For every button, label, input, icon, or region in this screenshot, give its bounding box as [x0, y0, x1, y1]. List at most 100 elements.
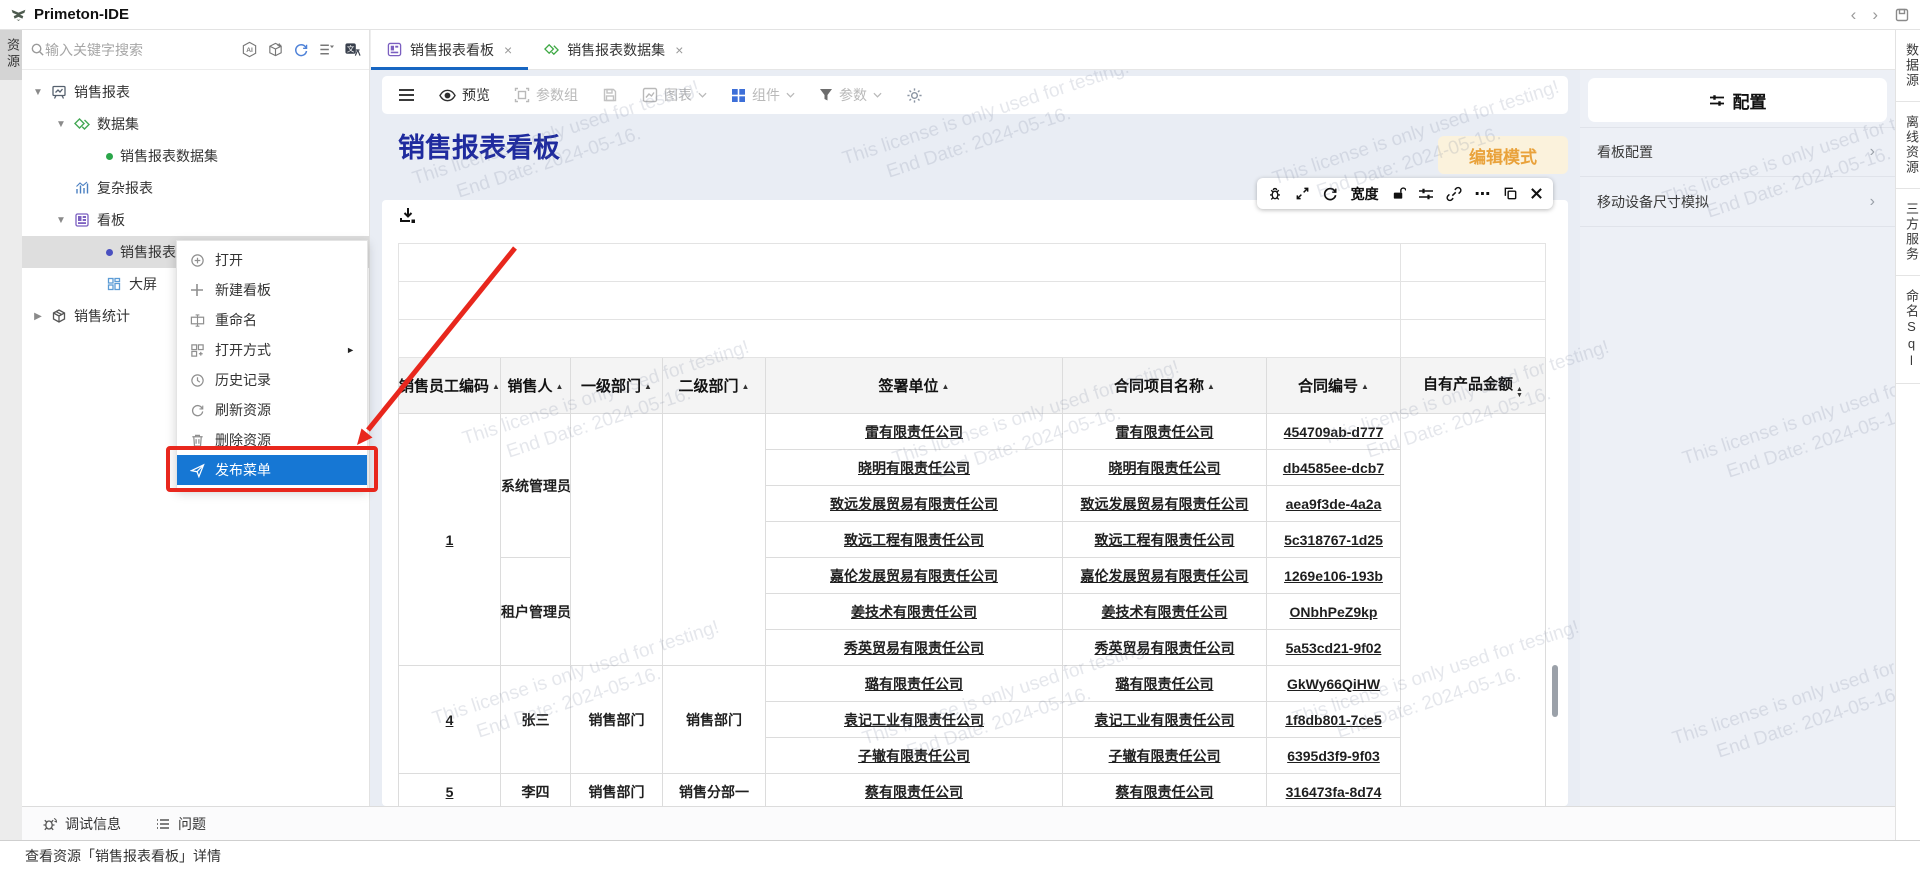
- save-icon[interactable]: [602, 87, 618, 103]
- debug-info-tab[interactable]: 调试信息: [42, 814, 121, 834]
- col-header-dept1[interactable]: 一级部门▲: [571, 358, 663, 414]
- project-link[interactable]: 袁记工业有限责任公司: [1095, 712, 1235, 728]
- nav-forward-icon[interactable]: ›: [1872, 6, 1878, 23]
- problems-tab[interactable]: 问题: [155, 814, 206, 834]
- project-link[interactable]: 姜技术有限责任公司: [1102, 604, 1228, 620]
- org-link[interactable]: 姜技术有限责任公司: [851, 604, 977, 620]
- contract-link[interactable]: 5c318767-1d25: [1284, 532, 1383, 548]
- gear-icon[interactable]: [906, 87, 923, 104]
- menu-item-publish-menu[interactable]: 发布菜单: [177, 455, 367, 485]
- save-layout-icon[interactable]: [1894, 7, 1910, 23]
- table-scrollbar-thumb[interactable]: [1552, 665, 1558, 717]
- contract-link[interactable]: aea9f3de-4a2a: [1286, 496, 1382, 512]
- expander-icon[interactable]: ▼: [32, 87, 44, 98]
- col-header-seller[interactable]: 销售人▲: [501, 358, 571, 414]
- datasource-tab[interactable]: 数据源: [1896, 30, 1920, 102]
- tab-close-icon[interactable]: ×: [675, 42, 683, 58]
- tab-sales-dataset[interactable]: 销售报表数据集 ×: [528, 30, 699, 69]
- project-link[interactable]: 璐有限责任公司: [1116, 676, 1214, 692]
- menu-item-open[interactable]: 打开: [177, 245, 367, 275]
- col-header-employee-code[interactable]: 销售员工编码▲: [399, 358, 501, 414]
- expander-icon[interactable]: ▼: [55, 215, 67, 226]
- menu-item-rename[interactable]: 重命名: [177, 305, 367, 335]
- expand-icon[interactable]: [1295, 186, 1310, 201]
- project-link[interactable]: 秀英贸易有限责任公司: [1095, 640, 1235, 656]
- employee-code-link[interactable]: 4: [446, 712, 454, 728]
- contract-link[interactable]: ONbhPeZ9kp: [1290, 604, 1378, 620]
- expander-icon[interactable]: ▼: [55, 119, 67, 130]
- col-header-dept2[interactable]: 二级部门▲: [663, 358, 766, 414]
- project-link[interactable]: 晓明有限责任公司: [1109, 460, 1221, 476]
- close-widget-icon[interactable]: [1530, 187, 1543, 200]
- resource-panel-tab[interactable]: 资源: [0, 30, 22, 80]
- project-link[interactable]: 致远工程有限责任公司: [1095, 532, 1235, 548]
- project-link[interactable]: 致远发展贸易有限责任公司: [1081, 496, 1249, 512]
- contract-link[interactable]: 6395d3f9-9f03: [1287, 748, 1380, 764]
- tree-item-sales-dataset[interactable]: 销售报表数据集: [22, 140, 369, 172]
- project-link[interactable]: 蔡有限责任公司: [1116, 784, 1214, 800]
- org-link[interactable]: 蔡有限责任公司: [865, 784, 963, 800]
- contract-link[interactable]: 316473fa-8d74: [1286, 784, 1382, 800]
- expander-icon[interactable]: ▶: [32, 311, 44, 322]
- new-resource-icon[interactable]: [267, 41, 284, 58]
- contract-link[interactable]: 1269e106-193b: [1284, 568, 1383, 584]
- refresh-tree-icon[interactable]: [293, 42, 309, 58]
- translate-icon[interactable]: 文: [344, 41, 361, 58]
- menu-icon[interactable]: [398, 88, 415, 102]
- col-header-project[interactable]: 合同项目名称▲: [1063, 358, 1267, 414]
- org-link[interactable]: 雷有限责任公司: [865, 424, 963, 440]
- width-mode-button[interactable]: 宽度: [1351, 184, 1379, 204]
- org-link[interactable]: 子辙有限责任公司: [858, 748, 970, 764]
- download-icon[interactable]: [398, 206, 418, 226]
- preview-button[interactable]: 预览: [439, 85, 490, 105]
- contract-link[interactable]: db4585ee-dcb7: [1283, 460, 1384, 476]
- org-link[interactable]: 袁记工业有限责任公司: [844, 712, 984, 728]
- employee-code-link[interactable]: 5: [446, 784, 454, 800]
- col-header-org[interactable]: 签署单位▲: [766, 358, 1063, 414]
- contract-link[interactable]: 454709ab-d777: [1284, 424, 1384, 440]
- param-group-button[interactable]: 参数组: [514, 85, 578, 105]
- project-link[interactable]: 雷有限责任公司: [1116, 424, 1214, 440]
- menu-item-refresh-resource[interactable]: 刷新资源: [177, 395, 367, 425]
- search-input[interactable]: [45, 42, 237, 58]
- contract-link[interactable]: 1f8db801-7ce5: [1285, 712, 1382, 728]
- refresh-widget-icon[interactable]: [1322, 186, 1338, 202]
- edit-mode-button[interactable]: 编辑模式: [1438, 136, 1568, 174]
- tab-sales-dashboard[interactable]: 销售报表看板 ×: [371, 30, 528, 69]
- tree-item-sales-report[interactable]: ▼ 销售报表: [22, 76, 369, 108]
- more-options-icon[interactable]: ⋯: [1475, 184, 1491, 204]
- debug-widget-icon[interactable]: [1267, 186, 1283, 201]
- third-party-service-tab[interactable]: 三方服务: [1896, 189, 1920, 276]
- component-menu-button[interactable]: 组件: [731, 85, 795, 105]
- org-link[interactable]: 璐有限责任公司: [865, 676, 963, 692]
- param-menu-button[interactable]: 参数: [819, 85, 882, 105]
- unlock-icon[interactable]: [1391, 186, 1406, 201]
- org-link[interactable]: 嘉伦发展贸易有限责任公司: [830, 568, 998, 584]
- contract-link[interactable]: 5a53cd21-9f02: [1286, 640, 1382, 656]
- menu-item-delete-resource[interactable]: 删除资源: [177, 425, 367, 455]
- ai-assistant-icon[interactable]: AI: [241, 41, 258, 58]
- tree-item-dataset-folder[interactable]: ▼ 数据集: [22, 108, 369, 140]
- contract-link[interactable]: GkWy66QiHW: [1287, 676, 1380, 692]
- dashboard-config-item[interactable]: 看板配置 ›: [1580, 127, 1895, 177]
- project-link[interactable]: 子辙有限责任公司: [1109, 748, 1221, 764]
- tree-item-complex-report[interactable]: 复杂报表: [22, 172, 369, 204]
- employee-code-link[interactable]: 1: [446, 532, 454, 548]
- tree-item-dashboard-folder[interactable]: ▼ 看板: [22, 204, 369, 236]
- project-link[interactable]: 嘉伦发展贸易有限责任公司: [1081, 568, 1249, 584]
- nav-back-icon[interactable]: ‹: [1851, 6, 1857, 23]
- collapse-all-icon[interactable]: [318, 41, 335, 58]
- named-sql-tab[interactable]: 命名Sql: [1896, 276, 1920, 384]
- menu-item-open-with[interactable]: 打开方式 ►: [177, 335, 367, 365]
- menu-item-new-dashboard[interactable]: 新建看板: [177, 275, 367, 305]
- org-link[interactable]: 晓明有限责任公司: [858, 460, 970, 476]
- col-header-contract[interactable]: 合同编号▲: [1267, 358, 1401, 414]
- menu-item-history[interactable]: 历史记录: [177, 365, 367, 395]
- mobile-size-sim-item[interactable]: 移动设备尺寸模拟 ›: [1580, 177, 1895, 227]
- org-link[interactable]: 致远发展贸易有限责任公司: [830, 496, 998, 512]
- org-link[interactable]: 致远工程有限责任公司: [844, 532, 984, 548]
- chart-menu-button[interactable]: 图表: [642, 85, 707, 105]
- sliders-icon[interactable]: [1418, 187, 1434, 201]
- copy-icon[interactable]: [1503, 186, 1518, 201]
- link-icon[interactable]: [1446, 186, 1462, 202]
